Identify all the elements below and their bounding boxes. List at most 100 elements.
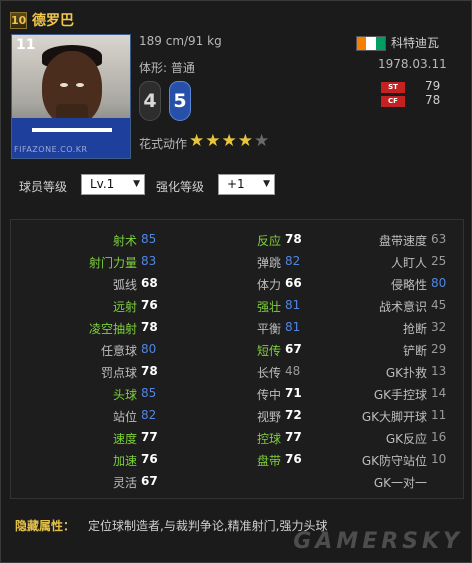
player-level-select[interactable]: Lv.1 ▼ xyxy=(81,174,145,195)
stat-label: 弹跳 xyxy=(256,256,281,270)
stat-row: 铲断 29 xyxy=(345,342,472,364)
left-foot-value: 4 xyxy=(143,90,157,112)
height-weight: 189 cm/91 kg xyxy=(139,34,222,48)
stat-value: 83 xyxy=(141,254,157,268)
stat-value: 13 xyxy=(431,364,447,378)
position-badge-st: ST xyxy=(381,82,405,93)
stat-value: 80 xyxy=(431,276,447,290)
stat-value: 82 xyxy=(285,254,301,268)
stat-value: 80 xyxy=(141,342,157,356)
flag-stripe xyxy=(366,37,376,50)
stat-row: GK扑救 13 xyxy=(345,364,472,386)
stat-value: 16 xyxy=(431,430,447,444)
skill-moves-label: 花式动作 xyxy=(139,137,188,151)
star-icon: ★ xyxy=(237,131,254,151)
stat-row: 战术意识 45 xyxy=(345,298,472,320)
stat-label: 强壮 xyxy=(256,300,281,314)
jersey-number: 11 xyxy=(16,37,36,53)
right-foot-value: 5 xyxy=(173,90,187,112)
stat-label: 盘带速度 xyxy=(378,234,427,248)
left-foot-icon: 4 xyxy=(139,81,161,121)
stat-label: 短传 xyxy=(256,344,281,358)
stat-row: GK大脚开球 11 xyxy=(345,408,472,430)
right-foot-icon: 5 xyxy=(169,81,191,121)
stat-row: 体力 66 xyxy=(199,276,339,298)
stat-row: GK手控球 14 xyxy=(345,386,472,408)
stat-value: 78 xyxy=(141,320,158,334)
stat-label: 体力 xyxy=(256,278,281,292)
stat-value: 81 xyxy=(285,298,301,312)
skill-stars: ★★★★★ xyxy=(189,131,270,151)
stat-label: 铲断 xyxy=(402,344,427,358)
stat-row: 加速 76 xyxy=(55,452,195,474)
stat-label: 弧线 xyxy=(112,278,137,292)
stat-row: 人盯人 25 xyxy=(345,254,472,276)
stat-value: 71 xyxy=(285,386,302,400)
stat-label: GK扑救 xyxy=(385,366,427,380)
stat-row: 盘带 76 xyxy=(199,452,339,474)
stat-row: 强壮 81 xyxy=(199,298,339,320)
flag-stripe xyxy=(375,37,385,50)
stat-label: GK一对一 xyxy=(373,476,427,490)
stat-value: 48 xyxy=(285,364,301,378)
stat-label: 射门力量 xyxy=(88,256,137,270)
stat-row: 反应 78 xyxy=(199,232,339,254)
stat-value: 72 xyxy=(285,408,302,422)
stat-label: 任意球 xyxy=(100,344,137,358)
nation-name: 科特迪瓦 xyxy=(391,36,440,50)
enhance-level-select[interactable]: +1 ▼ xyxy=(218,174,275,195)
stat-label: 侵略性 xyxy=(390,278,427,292)
hidden-traits-label: 隐藏属性： xyxy=(15,519,76,533)
stat-value: 10 xyxy=(431,452,447,466)
stat-label: 人盯人 xyxy=(390,256,427,270)
stat-row: 任意球 80 xyxy=(55,342,195,364)
stat-row: GK防守站位 10 xyxy=(345,452,472,474)
stat-row: 射门力量 83 xyxy=(55,254,195,276)
stat-label: 抢断 xyxy=(402,322,427,336)
stat-value: 85 xyxy=(141,232,157,246)
stat-value: 25 xyxy=(431,254,447,268)
flag-stripe xyxy=(357,37,367,50)
stat-row: 抢断 32 xyxy=(345,320,472,342)
stat-value: 76 xyxy=(141,452,158,466)
stat-row: 罚点球 78 xyxy=(55,364,195,386)
stat-row: GK一对一 xyxy=(345,474,472,496)
stat-value: 11 xyxy=(431,408,447,422)
position-badge-cf: CF xyxy=(381,96,405,107)
stat-value: 81 xyxy=(285,320,301,334)
stat-row: 远射 76 xyxy=(55,298,195,320)
position-rating-st: 79 xyxy=(425,79,441,93)
stat-label: 视野 xyxy=(256,410,281,424)
photo-eye-left xyxy=(60,83,68,87)
stat-value: 68 xyxy=(141,276,158,290)
rating-badge: 10 xyxy=(10,12,27,29)
stat-row: 头球 85 xyxy=(55,386,195,408)
stat-value: 14 xyxy=(431,386,447,400)
stat-label: GK大脚开球 xyxy=(361,410,427,424)
stat-value: 77 xyxy=(285,430,302,444)
stat-value: 77 xyxy=(141,430,158,444)
stat-row: 弧线 68 xyxy=(55,276,195,298)
stat-label: GK手控球 xyxy=(373,388,427,402)
stat-label: 罚点球 xyxy=(100,366,137,380)
stat-label: 凌空抽射 xyxy=(88,322,137,336)
stat-value: 63 xyxy=(431,232,447,246)
body-type: 体形: 普通 xyxy=(139,61,195,75)
stat-value: 29 xyxy=(431,342,447,356)
stat-label: 控球 xyxy=(256,432,281,446)
stat-row: 弹跳 82 xyxy=(199,254,339,276)
stat-label: 灵活 xyxy=(112,476,137,490)
hidden-traits-value: 定位球制造者,与裁判争论,精准射门,强力头球 xyxy=(88,519,328,533)
chevron-down-icon: ▼ xyxy=(133,179,140,189)
birthdate: 1978.03.11 xyxy=(378,57,447,71)
stat-label: 速度 xyxy=(112,432,137,446)
stat-row: 速度 77 xyxy=(55,430,195,452)
enhance-level-label: 强化等级 xyxy=(156,180,205,194)
stat-row: 射术 85 xyxy=(55,232,195,254)
stat-label: 远射 xyxy=(112,300,137,314)
stat-label: 长传 xyxy=(256,366,281,380)
position-rating-cf: 78 xyxy=(425,93,441,107)
stat-row: 长传 48 xyxy=(199,364,339,386)
stat-value: 85 xyxy=(141,386,157,400)
stat-row: 盘带速度 63 xyxy=(345,232,472,254)
